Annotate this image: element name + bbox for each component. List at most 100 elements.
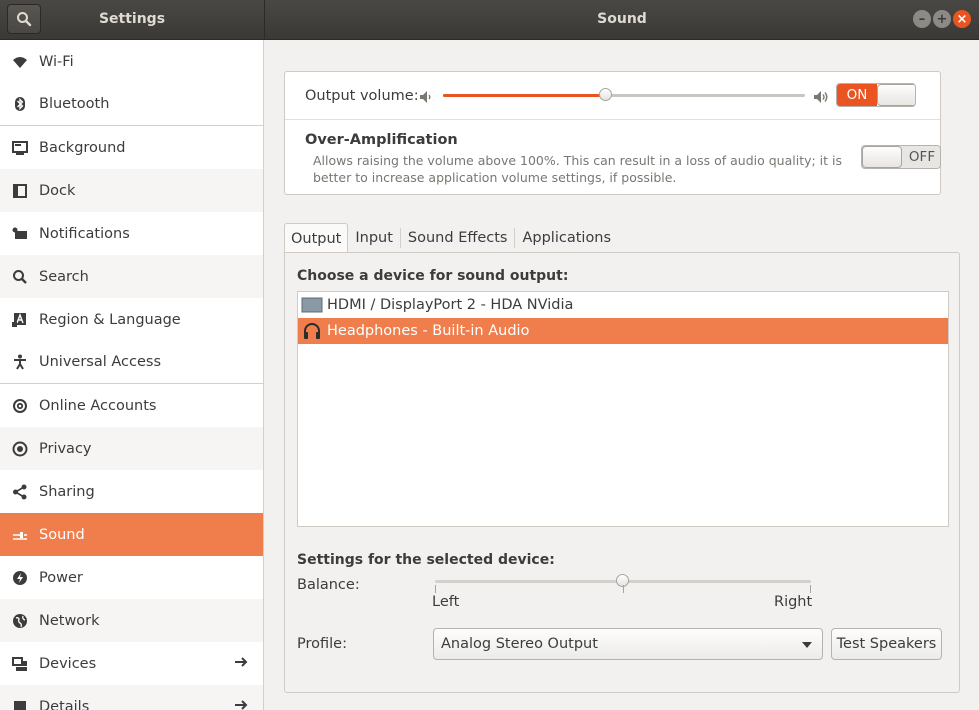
wifi-icon <box>11 53 29 71</box>
output-volume-slider[interactable] <box>443 88 805 101</box>
sidebar-item-label: Power <box>39 569 83 586</box>
sidebar-item-label: Notifications <box>39 225 130 242</box>
panel-title: Sound <box>597 11 647 27</box>
sidebar-item-online-accounts[interactable]: Online Accounts <box>0 384 263 427</box>
arrow-right-icon <box>233 654 249 674</box>
universal-access-icon <box>11 353 29 371</box>
devices-icon <box>11 655 29 673</box>
sidebar-item-label: Network <box>39 612 100 629</box>
details-icon <box>11 698 29 710</box>
sidebar-item-dock[interactable]: Dock <box>0 169 263 212</box>
region-language-icon <box>11 311 29 329</box>
sidebar-item-label: Wi-Fi <box>39 53 74 70</box>
sidebar-item-details[interactable]: Details <box>0 685 263 710</box>
sidebar-item-label: Details <box>39 698 90 710</box>
output-volume-fill <box>443 94 606 97</box>
profile-combobox[interactable]: Analog Stereo Output <box>433 628 823 660</box>
sidebar-item-wifi[interactable]: Wi-Fi <box>0 40 263 83</box>
maximize-button[interactable]: + <box>933 10 951 28</box>
balance-tick-left <box>435 585 436 593</box>
switch-off-label: OFF <box>902 146 940 168</box>
device-label: HDMI / DisplayPort 2 - HDA NVidia <box>327 297 574 313</box>
sidebar-item-bluetooth[interactable]: Bluetooth <box>0 83 263 126</box>
monitor-icon <box>301 296 323 314</box>
sidebar-item-label: Universal Access <box>39 354 162 370</box>
balance-tick-center <box>623 585 624 593</box>
switch-handle <box>877 84 915 106</box>
app-title: Settings <box>98 11 166 27</box>
sidebar-item-label: Devices <box>39 655 97 672</box>
sound-tabs: Output Input Sound Effects Applications <box>284 223 618 253</box>
over-amplification-switch[interactable]: OFF <box>861 145 941 169</box>
search-icon <box>11 268 29 286</box>
sidebar-item-sound[interactable]: Sound <box>0 513 263 556</box>
sidebar-item-label: Privacy <box>39 440 92 457</box>
arrow-right-icon <box>233 697 249 710</box>
sidebar-item-label: Sound <box>39 526 85 543</box>
sidebar-item-label: Region & Language <box>39 311 181 328</box>
sidebar-item-network[interactable]: Network <box>0 599 263 642</box>
sound-panel: Output volume: ON Over-Amplification All… <box>265 40 979 710</box>
sidebar-item-search[interactable]: Search <box>0 255 263 298</box>
sidebar-item-sharing[interactable]: Sharing <box>0 470 263 513</box>
tab-input[interactable]: Input <box>348 223 400 252</box>
device-list: HDMI / DisplayPort 2 - HDA NVidia Headph… <box>297 291 949 527</box>
over-amplification-description: Allows raising the volume above 100%. Th… <box>313 153 843 185</box>
device-list-heading: Choose a device for sound output: <box>297 268 569 284</box>
volume-low-icon <box>418 89 434 109</box>
over-amplification-title: Over-Amplification <box>305 132 458 148</box>
output-volume-label: Output volume: <box>305 88 419 104</box>
notifications-icon <box>11 225 29 243</box>
sidebar-item-label: Bluetooth <box>39 96 110 112</box>
profile-label: Profile: <box>297 636 347 652</box>
switch-on-label: ON <box>837 84 877 106</box>
background-icon <box>11 139 29 157</box>
privacy-icon <box>11 440 29 458</box>
sound-icon <box>11 526 29 544</box>
output-volume-row: Output volume: ON <box>285 72 940 120</box>
sidebar-item-region-language[interactable]: Region & Language <box>0 298 263 341</box>
online-accounts-icon <box>11 397 29 415</box>
sidebar-item-power[interactable]: Power <box>0 556 263 599</box>
minimize-icon: – <box>918 11 926 27</box>
profile-value: Analog Stereo Output <box>441 636 598 652</box>
device-label: Headphones - Built-in Audio <box>327 323 530 339</box>
output-volume-knob[interactable] <box>598 88 612 101</box>
output-volume-switch[interactable]: ON <box>836 83 916 107</box>
switch-handle <box>862 146 902 168</box>
network-icon <box>11 612 29 630</box>
close-button[interactable]: × <box>953 10 971 28</box>
header-bar: Settings Sound – + × <box>0 0 979 40</box>
balance-left-label: Left <box>432 594 460 610</box>
headphones-icon <box>301 322 323 340</box>
volume-frame: Output volume: ON Over-Amplification All… <box>284 71 941 195</box>
device-row-headphones[interactable]: Headphones - Built-in Audio <box>298 318 948 344</box>
sharing-icon <box>11 483 29 501</box>
balance-slider[interactable] <box>435 574 811 587</box>
balance-tick-right <box>810 585 811 593</box>
selected-device-heading: Settings for the selected device: <box>297 552 555 568</box>
dropdown-arrow-icon <box>802 642 812 648</box>
sidebar-item-background[interactable]: Background <box>0 126 263 169</box>
minimize-button[interactable]: – <box>913 10 931 28</box>
balance-right-label: Right <box>774 594 813 610</box>
power-icon <box>11 569 29 587</box>
tab-sound-effects[interactable]: Sound Effects <box>401 223 515 252</box>
balance-label: Balance: <box>297 577 360 593</box>
sidebar-item-privacy[interactable]: Privacy <box>0 427 263 470</box>
sidebar-item-label: Dock <box>39 182 76 199</box>
device-row-hdmi[interactable]: HDMI / DisplayPort 2 - HDA NVidia <box>298 292 948 318</box>
tab-applications[interactable]: Applications <box>515 223 618 252</box>
sidebar-item-notifications[interactable]: Notifications <box>0 212 263 255</box>
tab-output[interactable]: Output <box>284 223 349 253</box>
sidebar-item-universal-access[interactable]: Universal Access <box>0 341 263 384</box>
maximize-icon: + <box>936 11 948 27</box>
sidebar-item-devices[interactable]: Devices <box>0 642 263 685</box>
dock-icon <box>11 182 29 200</box>
sidebar-item-label: Online Accounts <box>39 397 157 414</box>
sidebar: Wi-Fi Bluetooth Background Dock Notifica… <box>0 40 264 710</box>
test-speakers-button[interactable]: Test Speakers <box>831 628 942 660</box>
sidebar-item-label: Search <box>39 268 89 285</box>
sidebar-item-label: Sharing <box>39 483 95 500</box>
close-icon: × <box>956 11 968 27</box>
